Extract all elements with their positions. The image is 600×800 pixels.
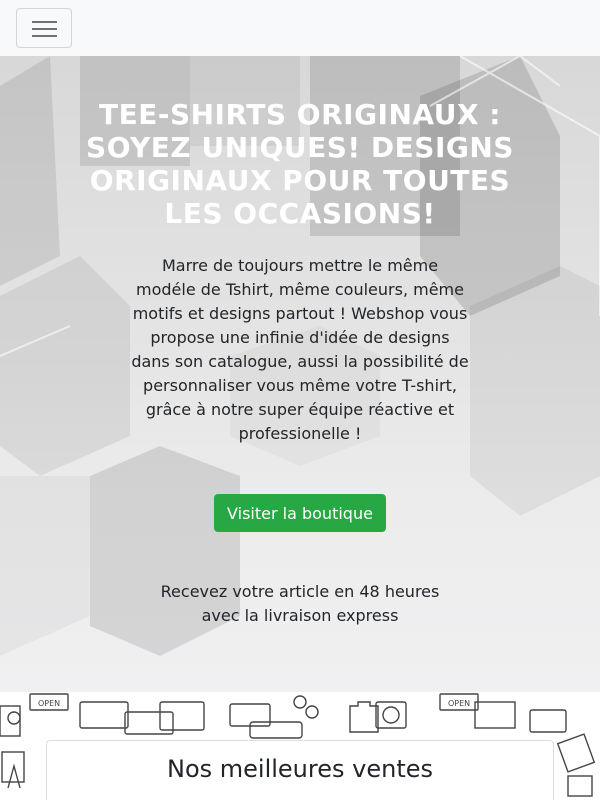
navbar-toggler-button[interactable] xyxy=(16,8,72,48)
visit-shop-button[interactable]: Visiter la boutique xyxy=(214,494,386,532)
hero-section: TEE-SHIRTS ORIGINAUX : SOYEZ UNIQUES! DE… xyxy=(0,56,600,692)
best-sellers-card: Nos meilleures ventes xyxy=(46,740,554,800)
hero-title: TEE-SHIRTS ORIGINAUX : SOYEZ UNIQUES! DE… xyxy=(86,98,514,230)
hamburger-menu-icon xyxy=(32,20,57,37)
best-sellers-title: Nos meilleures ventes xyxy=(167,755,433,783)
hero-description: Marre de toujours mettre le même modéle … xyxy=(131,256,469,443)
open-sign-text: OPEN xyxy=(448,699,470,708)
express-delivery-note: Recevez votre article en 48 heures avec … xyxy=(160,582,440,625)
best-sellers-section: OPEN OPEN Nos meilleures ventes xyxy=(0,692,600,800)
open-sign-text: OPEN xyxy=(38,699,60,708)
navbar xyxy=(0,0,600,56)
